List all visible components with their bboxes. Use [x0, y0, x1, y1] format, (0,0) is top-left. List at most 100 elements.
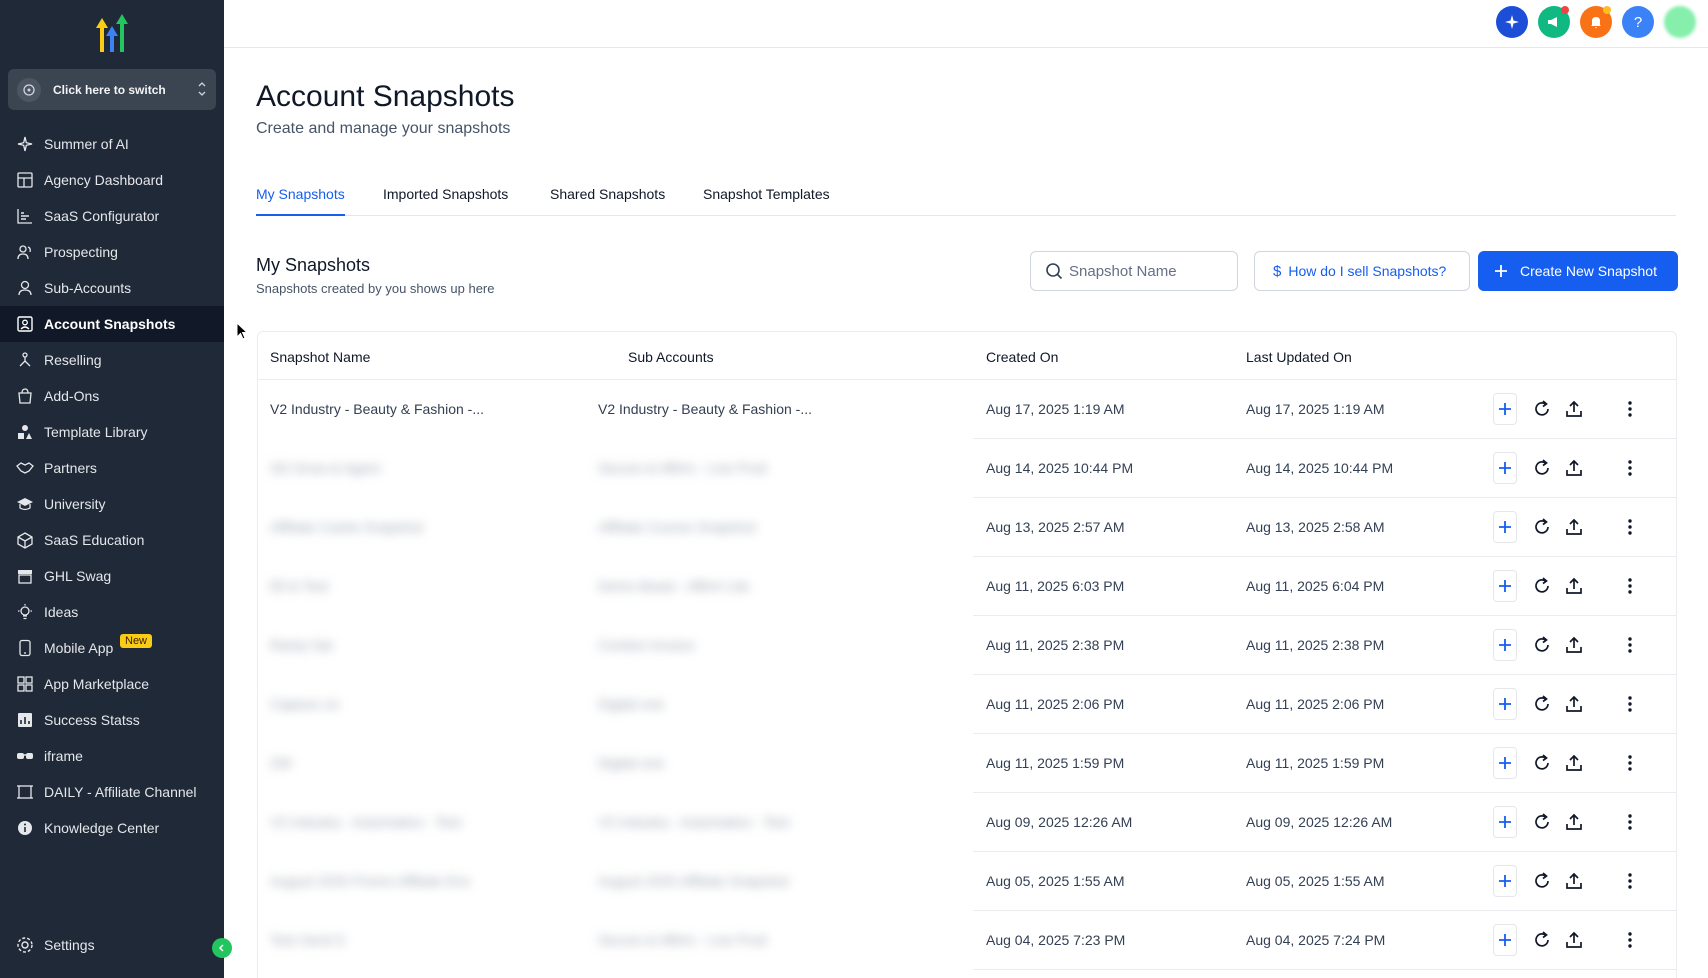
share-button[interactable]	[1562, 928, 1586, 952]
how-to-sell-button[interactable]: $ How do I sell Snapshots?	[1254, 251, 1470, 291]
sidebar-item-ghl-swag[interactable]: GHL Swag	[0, 558, 224, 594]
add-to-account-button[interactable]	[1493, 806, 1517, 838]
add-to-account-button[interactable]	[1493, 747, 1517, 779]
sidebar-item-app-marketplace[interactable]: App Marketplace	[0, 666, 224, 702]
account-switcher[interactable]: Click here to switch	[8, 69, 216, 110]
sidebar-item-add-ons[interactable]: Add-Ons	[0, 378, 224, 414]
sidebar-item-summer-of-ai[interactable]: Summer of AI	[0, 126, 224, 162]
refresh-button[interactable]	[1530, 515, 1554, 539]
sidebar-item-iframe[interactable]: iframe	[0, 738, 224, 774]
add-to-account-button[interactable]	[1493, 511, 1517, 543]
refresh-button[interactable]	[1530, 574, 1554, 598]
table-row[interactable]: SD Grow & Agent Secure & Affirm - Live Pr…	[258, 439, 1676, 498]
refresh-button[interactable]	[1530, 751, 1554, 775]
table-row[interactable]: Capture on Digital one Aug 11, 2025 2:06 P…	[258, 675, 1676, 734]
sidebar-item-settings[interactable]: Settings	[0, 927, 224, 963]
refresh-button[interactable]	[1530, 810, 1554, 834]
share-button[interactable]	[1562, 751, 1586, 775]
tab-shared-snapshots[interactable]: Shared Snapshots	[550, 186, 665, 216]
sidebar-item-prospecting[interactable]: Prospecting	[0, 234, 224, 270]
share-button[interactable]	[1562, 869, 1586, 893]
share-button[interactable]	[1562, 692, 1586, 716]
add-to-account-button[interactable]	[1493, 393, 1517, 425]
notifications-button[interactable]	[1580, 6, 1612, 38]
column-header-sub-accounts[interactable]: Sub Accounts	[628, 349, 714, 365]
add-to-account-button[interactable]	[1493, 629, 1517, 661]
add-to-account-button[interactable]	[1493, 452, 1517, 484]
more-options-button[interactable]	[1618, 515, 1642, 539]
snapshot-name-cell[interactable]: August 2025 Promo Affiliate Env	[270, 873, 471, 889]
table-row[interactable]: V2 Industry - Beauty & Fashion -... V2 In…	[258, 380, 1676, 439]
snapshot-name-cell[interactable]: SD Grow & Agent	[270, 460, 380, 476]
table-row[interactable]: Ramp Sat Contact Invoice Aug 11, 2025 2:38…	[258, 616, 1676, 675]
more-options-button[interactable]	[1618, 810, 1642, 834]
snapshot-name-cell[interactable]: V2 Industry - Automation - Test	[270, 814, 461, 830]
sidebar-item-university[interactable]: University	[0, 486, 224, 522]
refresh-button[interactable]	[1530, 692, 1554, 716]
tab-snapshot-templates[interactable]: Snapshot Templates	[703, 186, 830, 216]
share-button[interactable]	[1562, 515, 1586, 539]
search-input[interactable]	[1069, 262, 1229, 280]
help-button[interactable]: ?	[1622, 6, 1654, 38]
sidebar-item-reselling[interactable]: Reselling	[0, 342, 224, 378]
sidebar-item-daily-affiliate-channel[interactable]: DAILY - Affiliate Channel	[0, 774, 224, 810]
table-row[interactable]: Affiliate Cashe Snapshot Affiliate Course…	[258, 498, 1676, 557]
create-snapshot-button[interactable]: Create New Snapshot	[1478, 251, 1678, 291]
sidebar-item-agency-dashboard[interactable]: Agency Dashboard	[0, 162, 224, 198]
announcements-button[interactable]	[1538, 6, 1570, 38]
add-to-account-button[interactable]	[1493, 924, 1517, 956]
refresh-button[interactable]	[1530, 633, 1554, 657]
sidebar-item-mobile-app[interactable]: Mobile App New	[0, 630, 224, 666]
share-button[interactable]	[1562, 456, 1586, 480]
tab-my-snapshots[interactable]: My Snapshots	[256, 186, 345, 216]
sidebar-item-sub-accounts[interactable]: Sub-Accounts	[0, 270, 224, 306]
refresh-button[interactable]	[1530, 456, 1554, 480]
sidebar-item-template-library[interactable]: Template Library	[0, 414, 224, 450]
snapshot-name-cell[interactable]: Ell & Test	[270, 578, 328, 594]
table-row[interactable]: V2 Industry - Automation - Test V2 Indust…	[258, 793, 1676, 852]
sidebar-item-saas-education[interactable]: SaaS Education	[0, 522, 224, 558]
snapshot-name-cell[interactable]: Capture on	[270, 696, 339, 712]
share-button[interactable]	[1562, 810, 1586, 834]
more-options-button[interactable]	[1618, 397, 1642, 421]
share-button[interactable]	[1562, 397, 1586, 421]
table-row[interactable]: August 2025 Promo Affiliate Env August 20…	[258, 852, 1676, 911]
refresh-button[interactable]	[1530, 397, 1554, 421]
avatar[interactable]	[1664, 6, 1696, 38]
add-to-account-button[interactable]	[1493, 688, 1517, 720]
snapshot-name-cell[interactable]: V2 Industry - Beauty & Fashion -...	[270, 401, 484, 417]
collapse-sidebar-button[interactable]	[212, 938, 232, 958]
ai-assistant-button[interactable]	[1496, 6, 1528, 38]
more-options-button[interactable]	[1618, 633, 1642, 657]
table-row[interactable]: ZW Digital one Aug 11, 2025 1:59 PM Aug 11,…	[258, 734, 1676, 793]
sidebar-item-partners[interactable]: Partners	[0, 450, 224, 486]
more-options-button[interactable]	[1618, 456, 1642, 480]
more-options-button[interactable]	[1618, 692, 1642, 716]
add-to-account-button[interactable]	[1493, 865, 1517, 897]
table-row[interactable]: Test Vend S Secure & Affirm - Live Prod Au…	[258, 911, 1676, 970]
column-header-snapshot-name[interactable]: Snapshot Name	[270, 349, 370, 365]
sidebar-item-ideas[interactable]: Ideas	[0, 594, 224, 630]
share-button[interactable]	[1562, 633, 1586, 657]
tab-imported-snapshots[interactable]: Imported Snapshots	[383, 186, 508, 216]
sidebar-item-saas-configurator[interactable]: SaaS Configurator	[0, 198, 224, 234]
more-options-button[interactable]	[1618, 928, 1642, 952]
table-row[interactable]: Ell & Test Demo Beast - Affirm Lite Aug 11…	[258, 557, 1676, 616]
refresh-button[interactable]	[1530, 928, 1554, 952]
column-header-created-on[interactable]: Created On	[986, 349, 1058, 365]
snapshot-name-cell[interactable]: Test Vend S	[270, 932, 345, 948]
refresh-button[interactable]	[1530, 869, 1554, 893]
snapshot-name-cell[interactable]: ZW	[270, 755, 292, 771]
more-options-button[interactable]	[1618, 574, 1642, 598]
snapshot-name-cell[interactable]: Affiliate Cashe Snapshot	[270, 519, 423, 535]
share-button[interactable]	[1562, 574, 1586, 598]
more-options-button[interactable]	[1618, 869, 1642, 893]
sidebar-item-success-statss[interactable]: Success Statss	[0, 702, 224, 738]
sidebar-item-account-snapshots[interactable]: Account Snapshots	[0, 306, 224, 342]
sidebar-item-knowledge-center[interactable]: Knowledge Center	[0, 810, 224, 846]
sidebar-item-label: Settings	[44, 937, 95, 953]
add-to-account-button[interactable]	[1493, 570, 1517, 602]
snapshot-name-cell[interactable]: Ramp Sat	[270, 637, 332, 653]
column-header-last-updated-on[interactable]: Last Updated On	[1246, 349, 1352, 365]
more-options-button[interactable]	[1618, 751, 1642, 775]
